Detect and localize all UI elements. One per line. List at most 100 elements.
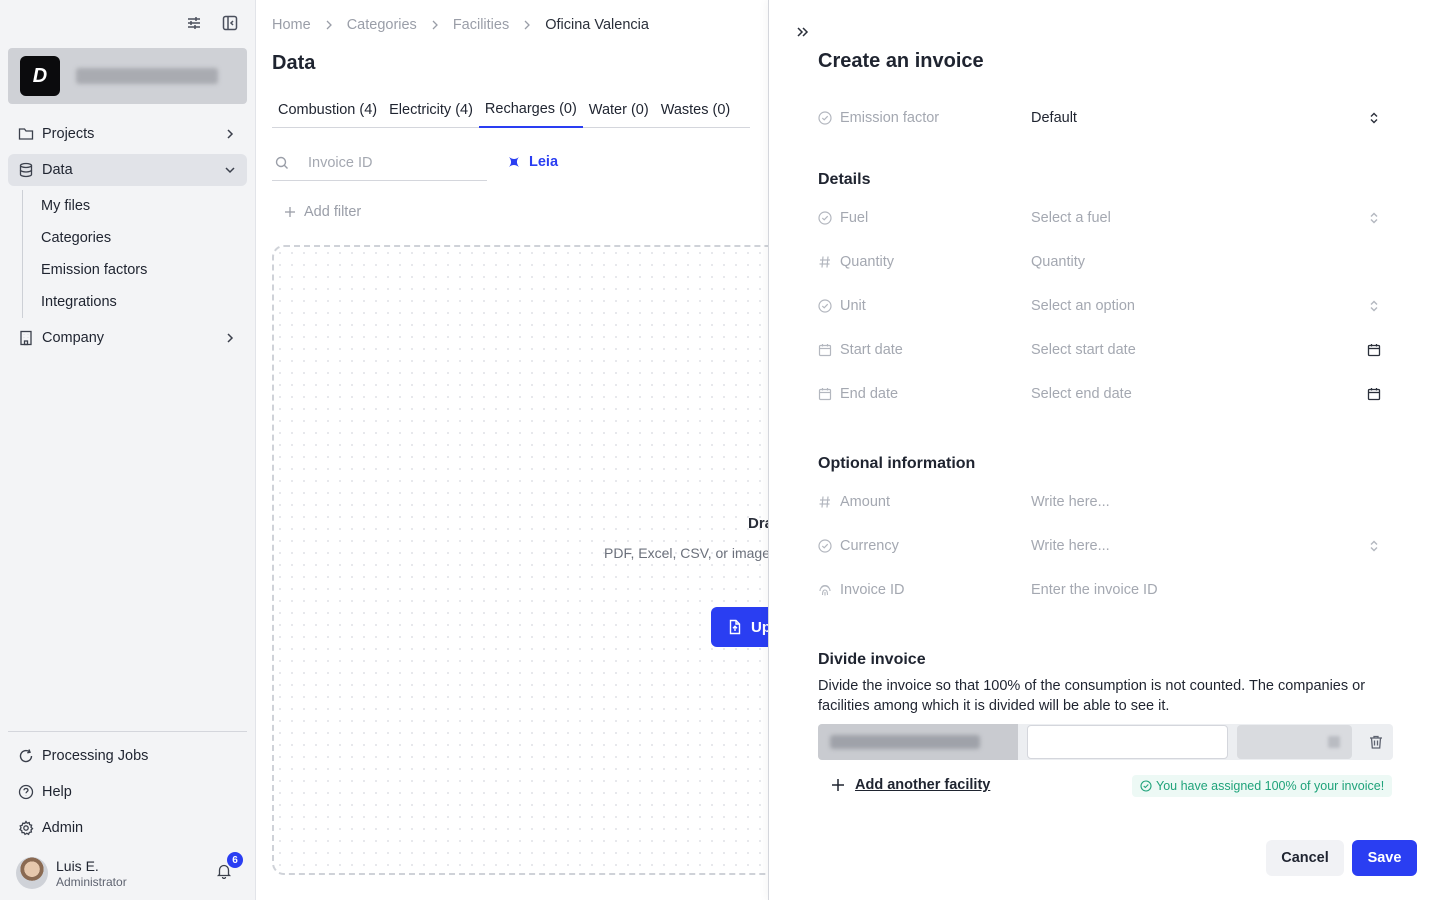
breadcrumb-facilities[interactable]: Facilities <box>453 17 509 33</box>
sidebar-subitem-my-files[interactable]: My files <box>41 190 247 222</box>
sidebar-item-help[interactable]: Help <box>8 776 247 808</box>
calendar-icon[interactable] <box>1367 387 1381 401</box>
chevron-right-icon <box>429 19 441 31</box>
facility-percentage-input[interactable] <box>1027 725 1228 759</box>
chevron-up-down-icon <box>1367 299 1381 313</box>
add-another-facility-button[interactable]: Add another facility <box>831 777 990 793</box>
database-icon <box>18 162 34 178</box>
user-profile[interactable]: Luis E. Administrator 6 <box>16 852 246 891</box>
tab-combustion[interactable]: Combustion (4) <box>272 92 383 128</box>
currency-row: Currency Write here... <box>818 530 1393 562</box>
calendar-icon[interactable] <box>1367 343 1381 357</box>
emission-factor-select[interactable]: Default <box>1031 110 1393 126</box>
chevron-right-icon <box>223 331 237 345</box>
emission-factor-row: Emission factor Default <box>818 102 1393 134</box>
end-date-picker[interactable]: Select end date <box>1031 386 1393 402</box>
hash-icon <box>818 255 832 269</box>
double-chevron-right-icon[interactable] <box>794 24 810 40</box>
breadcrumb-current: Oficina Valencia <box>545 17 649 33</box>
create-invoice-panel: Create an invoice Emission factor Defaul… <box>768 0 1440 900</box>
unit-select[interactable]: Select an option <box>1031 298 1393 314</box>
quantity-input[interactable]: Quantity <box>1031 254 1393 270</box>
end-date-row: End date Select end date <box>818 378 1393 410</box>
sidebar-subitem-emission-factors[interactable]: Emission factors <box>41 254 247 286</box>
sidebar-item-projects[interactable]: Projects <box>8 118 247 150</box>
invoice-id-input[interactable]: Enter the invoice ID <box>1031 582 1393 598</box>
invoice-id-placeholder: Enter the invoice ID <box>1031 582 1158 598</box>
leia-label: Leia <box>529 154 559 170</box>
tab-wastes[interactable]: Wastes (0) <box>655 92 737 128</box>
search-input[interactable] <box>308 155 468 171</box>
sidebar-item-label: Processing Jobs <box>42 748 149 764</box>
breadcrumb-categories[interactable]: Categories <box>347 17 417 33</box>
building-icon <box>18 330 34 346</box>
chevron-down-icon <box>223 163 237 177</box>
help-circle-icon <box>18 784 34 800</box>
sidebar-item-company[interactable]: Company <box>8 322 247 354</box>
add-filter-button[interactable]: Add filter <box>284 204 361 220</box>
invoice-id-row: Invoice ID Enter the invoice ID <box>818 574 1393 606</box>
tab-water[interactable]: Water (0) <box>583 92 655 128</box>
currency-select[interactable]: Write here... <box>1031 538 1393 554</box>
end-date-label: End date <box>840 386 899 402</box>
chevron-right-icon <box>323 19 335 31</box>
calendar-icon <box>818 387 832 401</box>
collapse-sidebar-icon[interactable] <box>221 14 239 32</box>
chevron-right-icon <box>223 127 237 141</box>
breadcrumb: Home Categories Facilities Oficina Valen… <box>272 17 649 33</box>
save-button[interactable]: Save <box>1352 840 1417 876</box>
upload-label: Up <box>751 618 768 636</box>
field-label: End date <box>818 386 1031 402</box>
quantity-placeholder: Quantity <box>1031 254 1085 270</box>
emission-factor-label: Emission factor <box>840 110 940 126</box>
facility-select[interactable] <box>818 724 1018 760</box>
tab-recharges[interactable]: Recharges (0) <box>478 92 583 128</box>
sparkle-icon <box>505 153 523 171</box>
chevron-up-down-icon <box>1367 211 1381 225</box>
invoice-search <box>272 146 487 181</box>
invoice-id-label: Invoice ID <box>840 582 905 598</box>
emission-factor-value: Default <box>1031 110 1077 126</box>
sidebar-item-label: Help <box>42 784 72 800</box>
fuel-select[interactable]: Select a fuel <box>1031 210 1393 226</box>
sidebar-item-admin[interactable]: Admin <box>8 812 247 844</box>
check-circle-icon <box>818 299 832 313</box>
settings-sliders-icon[interactable] <box>185 14 203 32</box>
amount-input[interactable]: Write here... <box>1031 494 1393 510</box>
check-circle-icon <box>1140 780 1152 792</box>
main-content: Home Categories Facilities Oficina Valen… <box>256 0 768 900</box>
start-date-picker[interactable]: Select start date <box>1031 342 1393 358</box>
tab-electricity[interactable]: Electricity (4) <box>383 92 479 128</box>
upload-button[interactable]: Up <box>711 607 768 647</box>
fuel-row: Fuel Select a fuel <box>818 202 1393 234</box>
plus-icon <box>284 206 296 218</box>
sidebar-subitem-integrations[interactable]: Integrations <box>41 286 247 318</box>
notification-badge: 6 <box>227 852 243 868</box>
facility-share-field[interactable] <box>1237 725 1352 759</box>
user-info: Luis E. Administrator <box>56 858 127 889</box>
sidebar-item-data[interactable]: Data <box>8 154 247 186</box>
leia-button[interactable]: Leia <box>505 153 558 171</box>
unit-row: Unit Select an option <box>818 290 1393 322</box>
trash-icon[interactable] <box>1368 734 1384 750</box>
sidebar-item-label: Company <box>42 330 105 346</box>
breadcrumb-home[interactable]: Home <box>272 17 311 33</box>
cancel-button[interactable]: Cancel <box>1266 840 1344 876</box>
unit-placeholder: Select an option <box>1031 298 1135 314</box>
page-title: Data <box>272 52 316 74</box>
sidebar: D Projects Data My files Categories Emis… <box>0 0 256 900</box>
chevron-right-icon <box>521 19 533 31</box>
search-icon <box>274 155 290 171</box>
start-date-row: Start date Select start date <box>818 334 1393 366</box>
sidebar-item-processing-jobs[interactable]: Processing Jobs <box>8 740 247 772</box>
amount-row: Amount Write here... <box>818 486 1393 518</box>
chevron-up-down-icon <box>1367 539 1381 553</box>
divide-section-title: Divide invoice <box>818 651 926 668</box>
organization-switcher[interactable]: D <box>8 48 247 104</box>
sidebar-nav: Projects Data My files Categories Emissi… <box>8 118 247 358</box>
sidebar-item-label: Data <box>42 162 73 178</box>
amount-label: Amount <box>840 494 890 510</box>
file-dropzone[interactable]: Dra PDF, Excel, CSV, or image Up <box>272 245 768 875</box>
sidebar-subitem-categories[interactable]: Categories <box>41 222 247 254</box>
start-date-placeholder: Select start date <box>1031 342 1136 358</box>
